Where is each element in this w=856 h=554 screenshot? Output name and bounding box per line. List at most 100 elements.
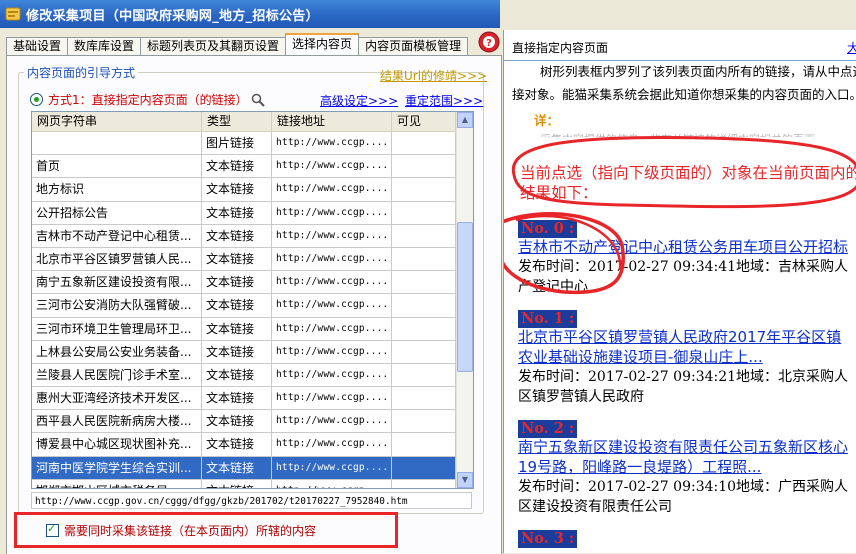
table-row[interactable]: 图片链接 http://www.ccgp....	[32, 132, 457, 156]
table-row[interactable]: 兰陵县人民医院门诊手术室... 文本链接 http://www.ccgp....	[32, 363, 457, 388]
result-item-meta: 区镇罗营镇人民政府	[518, 389, 644, 405]
table-row[interactable]: 西平县人民医院新病房大楼... 文本链接 http://www.ccgp....	[32, 410, 457, 434]
link-url-cell: http://www.ccgp....	[272, 201, 392, 224]
table-row[interactable]: 南宁五象新区建设投资有限... 文本链接 http://www.ccgp....	[32, 271, 457, 295]
link-type-cell: 文本链接	[202, 224, 272, 247]
advanced-settings-link[interactable]: 高级设定>>>	[320, 92, 398, 109]
window-titlebar[interactable]: 修改采集项目（中国政府采购网_地方_招标公告）	[0, 0, 500, 28]
table-row[interactable]: 三河市公安消防大队强臂破... 文本链接 http://www.ccgp....	[32, 294, 457, 318]
selected-url-field[interactable]: http://www.ccgp.gov.cn/cggg/dfgg/gkzb/20…	[31, 492, 472, 509]
result-item-meta: 发布时间：2017-02-27 09:34:41地域：吉林采购人	[518, 259, 849, 275]
link-visible-cell	[392, 410, 456, 433]
help-icon[interactable]: ?	[477, 30, 501, 54]
link-type-cell: 文本链接	[202, 317, 272, 340]
result-item-number: No. 1 :	[518, 310, 578, 328]
column-header-text[interactable]: 网页字符串	[32, 112, 202, 131]
scroll-up-button[interactable]: ▲	[457, 112, 473, 128]
result-item-meta: 发布时间：2017-02-27 09:34:10地域：广西采购人	[518, 479, 849, 495]
link-text-cell: 惠州大亚湾经济技术开发区...	[32, 387, 202, 410]
window-title: 修改采集项目（中国政府采购网_地方_招标公告）	[26, 8, 319, 24]
link-type-cell: 文本链接	[202, 387, 272, 410]
preview-header-link[interactable]: 大	[847, 39, 856, 56]
table-row[interactable]: 三河市环境卫生管理局环卫... 文本链接 http://www.ccgp....	[32, 317, 457, 341]
detail-label: 详：	[534, 113, 560, 128]
tab-title-list-settings[interactable]: 标题列表页及其翻页设置	[140, 37, 287, 55]
tab-basic-settings[interactable]: 基础设置	[6, 37, 69, 55]
preview-title: 直接指定内容页面	[512, 41, 609, 55]
preview-header: 直接指定内容页面 大	[504, 30, 856, 61]
link-url-cell: http://www.ccgp....	[272, 247, 392, 271]
link-text-cell: 首页	[32, 155, 202, 178]
detail-text: 采集内容提供的信息一些有关链接的详细内容相关的页面	[540, 131, 815, 137]
link-url-cell: http://www.ccgp....	[272, 479, 392, 488]
link-type-cell: 文本链接	[202, 201, 272, 224]
table-row[interactable]: 上林县公安局公安业务装备... 文本链接 http://www.ccgp....	[32, 340, 457, 364]
link-url-cell: http://www.ccgp....	[272, 410, 392, 433]
result-item-meta: 发布时间：2017-02-27 09:34:21地域：北京采购人	[518, 369, 849, 385]
method-radio[interactable]	[30, 93, 43, 106]
result-item-title-link[interactable]: 农业基础设施建设项目-御泉山庄上...	[518, 348, 763, 367]
result-item-title-link[interactable]: 19号路，阳峰路一良堤路）工程照...	[518, 458, 761, 477]
link-url-cell: http://www.ccgp....	[272, 387, 392, 410]
column-header-visible[interactable]: 可见	[392, 112, 456, 131]
table-row[interactable]: 首页 文本链接 http://www.ccgp....	[32, 155, 457, 179]
result-heading-line-2: 结果如下：	[520, 184, 598, 202]
app-icon	[5, 7, 21, 21]
link-type-cell: 文本链接	[202, 410, 272, 433]
result-url-fix-link[interactable]: 结果Url的修靖>>>	[380, 67, 487, 84]
result-heading-line-1: 当前点选（指向下级页面的）对象在当前页面内的	[520, 164, 856, 182]
result-item-title-link[interactable]: 吉林市不动产登记中心租赁公务用车项目公开招标	[518, 238, 848, 257]
link-visible-cell	[392, 387, 456, 410]
link-text-cell: 河南中医学院学生综合实训...	[32, 456, 202, 479]
link-url-cell: http://www.ccgp....	[272, 294, 392, 317]
link-list[interactable]: 网页字符串 类型 链接地址 可见 图片链接 http://www.ccgp....…	[31, 111, 474, 489]
link-text-cell: 地方标识	[32, 178, 202, 201]
highlight-box-annotation	[14, 512, 398, 548]
link-text-cell: 西平县人民医院新病房大楼...	[32, 410, 202, 433]
link-text-cell: 兰陵县人民医院门诊手术室...	[32, 363, 202, 387]
link-visible-cell	[392, 479, 456, 488]
link-type-cell: 文本链接	[202, 456, 272, 479]
link-type-cell: 文本链接	[202, 433, 272, 456]
link-visible-cell	[392, 224, 456, 247]
link-visible-cell	[392, 132, 456, 155]
result-item-meta: 区建设投资有限责任公司	[518, 499, 672, 515]
link-url-cell: http://www.ccgp....	[272, 132, 392, 155]
result-item-title-link[interactable]: 北京市平谷区镇罗营镇人民政府2017年平谷区镇	[518, 328, 841, 347]
link-url-cell: http://www.ccgp....	[272, 317, 392, 340]
table-row[interactable]: 博爱县中心城区现状图补充... 文本链接 http://www.ccgp....	[32, 433, 457, 457]
table-row[interactable]: 公开招标公告 文本链接 http://www.ccgp....	[32, 201, 457, 225]
link-url-cell: http://www.ccgp....	[272, 340, 392, 363]
column-header-type[interactable]: 类型	[202, 112, 272, 131]
result-item-meta: 产登记中心	[518, 279, 588, 295]
result-item-title-link[interactable]: 南宁五象新区建设投资有限责任公司五象新区核心	[518, 438, 848, 457]
tab-content-template[interactable]: 内容页面模板管理	[358, 37, 469, 55]
tab-select-content-page[interactable]: 选择内容页	[285, 33, 360, 55]
table-row[interactable]: 河南中医学院学生综合实训... 文本链接 http://www.ccgp....	[32, 456, 457, 480]
scroll-thumb[interactable]	[457, 222, 473, 372]
link-visible-cell	[392, 456, 456, 479]
redefine-range-link[interactable]: 重定范围>>>	[405, 92, 483, 109]
column-header-url[interactable]: 链接地址	[272, 112, 392, 131]
list-rows: 图片链接 http://www.ccgp.... 首页 文本链接 http://www.…	[32, 132, 457, 488]
table-row[interactable]: 北京市平谷区镇罗营镇人民... 文本链接 http://www.ccgp....	[32, 247, 457, 272]
link-url-cell: http://www.ccgp....	[272, 271, 392, 294]
link-text-cell: 上林县公安局公安业务装备...	[32, 340, 202, 363]
magnifier-icon[interactable]	[251, 93, 265, 107]
svg-text:?: ?	[486, 38, 492, 49]
link-text-cell: 北京市平谷区镇罗营镇人民...	[32, 247, 202, 271]
scroll-down-button[interactable]: ▼	[457, 472, 473, 488]
list-header: 网页字符串 类型 链接地址 可见	[32, 112, 456, 132]
link-visible-cell	[392, 340, 456, 363]
table-row[interactable]: 吉林市不动产登记中心租赁... 文本链接 http://www.ccgp....	[32, 224, 457, 248]
table-row[interactable]: 邯郸市邯山区城市税务局...文本链接http://www.ccgp....	[32, 479, 457, 488]
table-row[interactable]: 惠州大亚湾经济技术开发区... 文本链接 http://www.ccgp....	[32, 387, 457, 411]
method-radio-row[interactable]: 方式1：直接指定内容页面（的链接）	[30, 91, 265, 108]
list-scrollbar[interactable]: ▲ ▼	[456, 112, 473, 488]
link-url-cell: http://www.ccgp....	[272, 178, 392, 201]
tab-database-settings[interactable]: 数库库设置	[67, 37, 142, 55]
link-url-cell: http://www.ccgp....	[272, 224, 392, 247]
tab-strip: 基础设置 数库库设置 标题列表页及其翻页设置 选择内容页 内容页面模板管理	[6, 33, 469, 55]
table-row[interactable]: 地方标识 文本链接 http://www.ccgp....	[32, 178, 457, 202]
intro-line-2: 接对象。能猫采集系统会据此知道你想采集的内容页面的入口。	[512, 87, 856, 102]
